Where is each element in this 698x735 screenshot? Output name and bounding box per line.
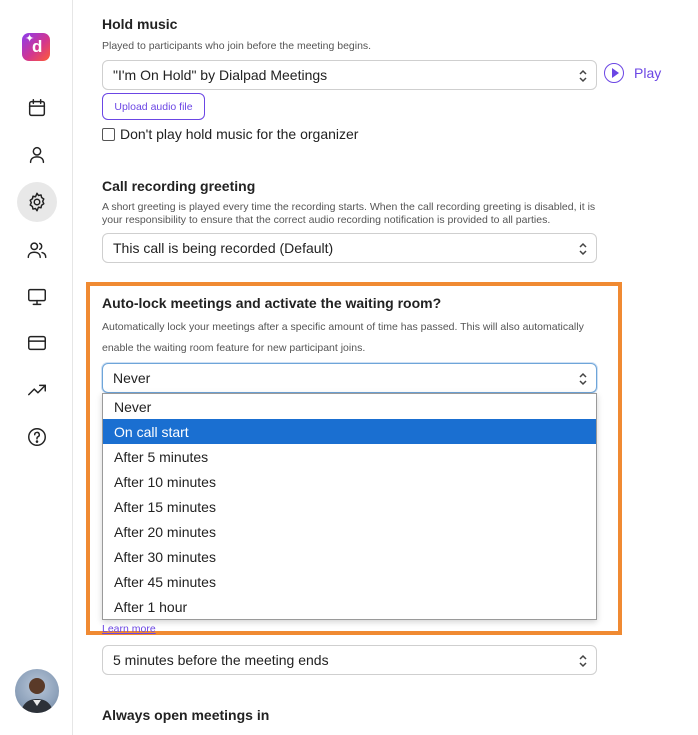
person-icon [29, 146, 45, 164]
avatar[interactable] [15, 669, 59, 713]
logo-letter: d [32, 37, 43, 56]
auto-lock-select-value: Never [113, 370, 151, 386]
dialpad-logo[interactable]: ✦ d [22, 33, 50, 61]
monitor-icon [28, 288, 46, 306]
option-on-call-start[interactable]: On call start [103, 419, 596, 444]
hold-music-select[interactable]: "I'm On Hold" by Dialpad Meetings [102, 60, 597, 90]
chevron-up-down-icon [578, 69, 588, 83]
upload-audio-button[interactable]: Upload audio file [102, 93, 205, 120]
help-icon [28, 428, 46, 446]
option-after-5-minutes[interactable]: After 5 minutes [103, 444, 596, 469]
end-reminder-select-value: 5 minutes before the meeting ends [113, 652, 329, 668]
hold-music-select-value: "I'm On Hold" by Dialpad Meetings [113, 67, 328, 83]
call-recording-title: Call recording greeting [102, 178, 256, 194]
auto-lock-description-line1: Automatically lock your meetings after a… [102, 321, 584, 333]
end-reminder-select[interactable]: 5 minutes before the meeting ends [102, 645, 597, 675]
credit-card-icon [28, 335, 46, 351]
option-after-45-minutes[interactable]: After 45 minutes [103, 569, 596, 594]
learn-more-link[interactable]: Learn more [102, 623, 156, 635]
call-recording-select[interactable]: This call is being recorded (Default) [102, 233, 597, 263]
sidebar-item-people[interactable] [17, 230, 57, 270]
option-after-15-minutes[interactable]: After 15 minutes [103, 494, 596, 519]
sidebar-item-billing[interactable] [17, 323, 57, 363]
hold-music-description: Played to participants who join before t… [102, 40, 372, 52]
sidebar-item-calendar[interactable] [17, 88, 57, 128]
trending-up-icon [28, 384, 46, 396]
option-after-20-minutes[interactable]: After 20 minutes [103, 519, 596, 544]
chevron-up-down-icon [578, 654, 588, 668]
option-after-10-minutes[interactable]: After 10 minutes [103, 469, 596, 494]
auto-lock-options-list: Never On call start After 5 minutes Afte… [102, 393, 597, 620]
option-after-30-minutes[interactable]: After 30 minutes [103, 544, 596, 569]
sidebar-item-profile[interactable] [17, 135, 57, 175]
sidebar-item-settings[interactable] [17, 182, 57, 222]
avatar-image [21, 678, 53, 713]
open-meetings-title: Always open meetings in [102, 707, 270, 723]
auto-lock-description-line2: enable the waiting room feature for new … [102, 342, 366, 354]
sidebar-item-analytics[interactable] [17, 370, 57, 410]
auto-lock-title: Auto-lock meetings and activate the wait… [102, 295, 442, 311]
gear-icon [29, 192, 45, 212]
calendar-icon [28, 99, 46, 117]
sidebar-item-monitor[interactable] [17, 277, 57, 317]
play-label: Play [634, 65, 662, 81]
sidebar-item-help[interactable] [17, 417, 57, 457]
play-icon [604, 63, 624, 83]
chevron-up-down-icon [578, 372, 588, 386]
chevron-up-down-icon [578, 242, 588, 256]
call-recording-description: A short greeting is played every time th… [102, 201, 596, 226]
no-hold-music-checkbox-row[interactable]: Don't play hold music for the organizer [102, 126, 358, 142]
no-hold-music-checkbox[interactable] [102, 127, 115, 141]
people-icon [27, 242, 47, 259]
call-recording-select-value: This call is being recorded (Default) [113, 240, 334, 256]
option-after-1-hour[interactable]: After 1 hour [103, 594, 596, 619]
hold-music-title: Hold music [102, 16, 178, 32]
auto-lock-select[interactable]: Never [102, 363, 597, 393]
play-button[interactable]: Play [604, 63, 661, 83]
no-hold-music-label: Don't play hold music for the organizer [120, 126, 359, 142]
sidebar: ✦ d [0, 0, 73, 735]
option-never[interactable]: Never [103, 394, 596, 419]
